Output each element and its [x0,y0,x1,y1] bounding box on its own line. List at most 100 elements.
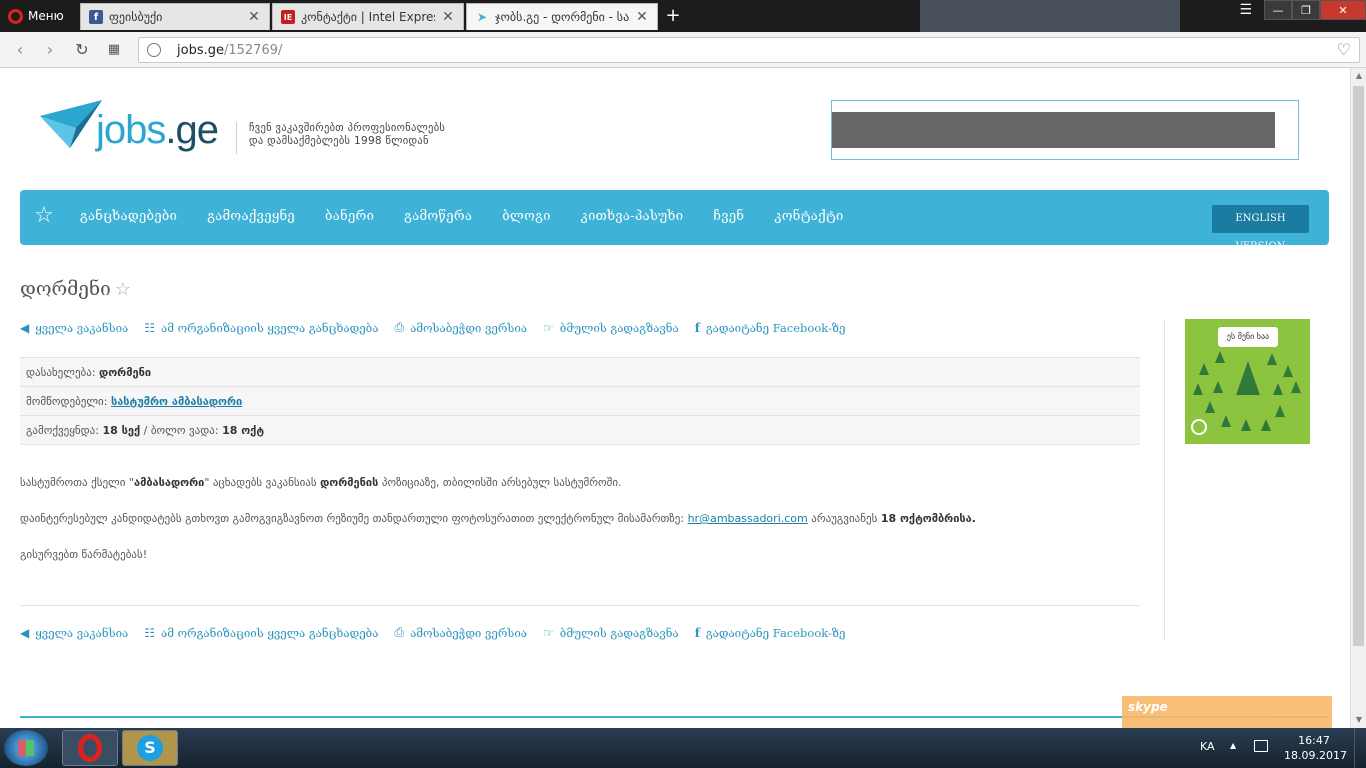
site-tagline: ჩვენ ვაკავშირებთ პროფესიონალებს და დამსა… [236,122,445,154]
printer-icon: ⎙ [394,625,405,639]
skype-label: skype [1128,700,1168,714]
detail-row-dates: გამოქვეყნდა: 18 სექ / ბოლო ვადა: 18 ოქტ [20,416,1140,445]
tree-icon [1193,383,1203,395]
opera-menu-button[interactable]: Меню [4,4,72,28]
print-version-link[interactable]: ⎙ ამოსაბეჭდი ვერსია [394,625,527,640]
globe-icon [147,43,161,57]
favorites-star-icon[interactable]: ☆ [34,203,54,228]
close-tab-icon[interactable]: ✕ [441,9,455,25]
description-paragraph-2: დაინტერესებულ კანდიდატებს გთხოვთ გამოგვი… [20,512,976,525]
minimize-button[interactable]: — [1264,0,1292,20]
taskbar-skype[interactable]: S [122,730,178,766]
share-facebook-link[interactable]: f გადაიტანე Facebook-ზე [695,625,846,640]
ad-speech-bubble: ეს შენი ხაა [1218,327,1278,347]
vacancy-description: სასტუმროთა ქსელი "ამბასადორი" აცხადებს ვ… [20,476,1130,584]
main-navigation: ☆ განცხადებები გამოაქვეყნე ბანერი გამოწე… [20,190,1329,252]
tree-icon [1291,381,1301,393]
close-tab-icon[interactable]: ✕ [247,9,261,25]
share-hand-icon: ☞ [542,320,554,335]
tree-icon [1215,351,1225,363]
content-divider [20,605,1140,606]
nav-item-subscribe[interactable]: გამოწერა [404,209,472,224]
print-version-link[interactable]: ⎙ ამოსაბეჭდი ვერსია [394,320,527,335]
windows-taskbar: S KA ▲ 16:47 18.09.2017 [0,728,1366,768]
jobs-plane-icon: ➤ [476,10,488,24]
new-tab-button[interactable]: + [662,6,684,26]
tagline-line-2: და დამსაქმებლებს 1998 წლიდან [249,135,429,147]
org-announcements-link[interactable]: ☷ ამ ორგანიზაციის ყველა განცხადება [144,320,378,335]
send-link[interactable]: ☞ ბმულის გადაგზავნა [543,625,679,640]
top-banner-ad[interactable] [831,100,1299,160]
tray-expand-icon[interactable]: ▲ [1230,741,1236,750]
date-separator: / [143,424,148,437]
system-clock[interactable]: 16:47 18.09.2017 [1284,733,1347,763]
nav-item-contact[interactable]: კონტაქტი [774,209,843,224]
side-banner-ad[interactable]: ეს შენი ხაა [1185,319,1310,444]
url-field[interactable]: jobs.ge /152769/ ♡ [138,37,1360,63]
network-icon[interactable] [1254,740,1268,752]
tab-jobs-ge[interactable]: ➤ ჯობს.გე - დორმენი - სას ✕ [466,3,658,30]
tab-facebook[interactable]: f ფეისბუქი ✕ [80,3,270,30]
tree-icon [1213,381,1223,393]
nav-item-publish[interactable]: გამოაქვეყნე [207,209,295,224]
tab-title: კონტაქტი | Intel Express [301,10,435,24]
tree-icon [1221,415,1231,427]
nav-item-announcements[interactable]: განცხადებები [80,209,177,224]
favorite-star-icon[interactable]: ☆ [115,279,131,300]
deadline-label: ბოლო ვადა: [150,424,219,437]
close-window-button[interactable]: ✕ [1320,0,1366,20]
published-value: 18 სექ [102,424,141,437]
clock-time: 16:47 [1298,734,1330,747]
sidebar-divider [1164,320,1165,640]
send-link[interactable]: ☞ ბმულის გადაგზავნა [543,320,679,335]
close-tab-icon[interactable]: ✕ [635,9,649,25]
nav-item-banner[interactable]: ბანერი [325,209,374,224]
speed-dial-button[interactable]: ▦ [104,40,124,60]
facebook-icon: f [89,10,103,24]
provider-link[interactable]: სასტუმრო ამბასადორი [111,395,242,408]
start-button[interactable] [4,730,48,766]
show-desktop-button[interactable] [1354,728,1366,768]
back-button[interactable]: ‹ [10,40,30,60]
nav-item-about[interactable]: ჩვენ [713,209,744,224]
reload-button[interactable]: ↻ [72,40,92,60]
taskbar-opera[interactable] [62,730,118,766]
published-label: გამოქვეყნდა: [26,424,99,437]
tree-icon [1236,361,1260,395]
tab-menu-icon[interactable]: ☰ [1239,2,1252,18]
skype-icon: S [137,735,163,761]
nav-item-faq[interactable]: კითხვა-პასუხი [581,209,684,224]
forward-button[interactable]: › [40,40,60,60]
tagline-line-1: ჩვენ ვაკავშირებთ პროფესიონალებს [249,122,446,134]
opera-logo-icon [8,8,23,24]
page-scrollbar[interactable]: ▲ ▼ [1350,68,1366,728]
email-link[interactable]: hr@ambassadori.com [688,512,808,525]
language-indicator[interactable]: KA [1200,740,1215,753]
vacancy-details: დასახელება: დორმენი მომწოდებელი: სასტუმრ… [20,357,1140,445]
scroll-thumb[interactable] [1353,86,1364,646]
page-title: დორმენი ☆ [20,278,131,300]
nav-item-blog[interactable]: ბლოგი [502,209,550,224]
description-paragraph-1: სასტუმროთა ქსელი "ამბასადორი" აცხადებს ვ… [20,476,622,489]
scroll-down-icon[interactable]: ▼ [1351,712,1366,728]
all-vacancies-link[interactable]: ◀ ყველა ვაკანსია [20,320,128,335]
tree-icon [1261,419,1271,431]
scroll-up-icon[interactable]: ▲ [1351,68,1366,84]
share-facebook-link[interactable]: f გადაიტანე Facebook-ზე [695,320,846,335]
bookmark-heart-icon[interactable]: ♡ [1337,40,1351,59]
jobs-ge-logo[interactable]: jobs.ge [40,98,220,162]
url-path: /152769/ [223,42,283,58]
intel-express-icon: IE [281,10,295,24]
facebook-f-icon: f [694,625,700,640]
org-announcements-link[interactable]: ☷ ამ ორგანიზაციის ყველა განცხადება [144,625,378,640]
back-arrow-icon: ◀ [20,320,30,335]
skype-chat-widget[interactable]: skype [1122,696,1332,728]
all-vacancies-link[interactable]: ◀ ყველა ვაკანსია [20,625,128,640]
detail-row-provider: მომწოდებელი: სასტუმრო ამბასადორი [20,387,1140,416]
window-controls: — ❐ ✕ [1264,0,1366,20]
english-version-button[interactable]: ENGLISH VERSION [1212,205,1309,252]
maximize-button[interactable]: ❐ [1292,0,1320,20]
logo-text: jobs.ge [96,108,219,152]
ad-logo-icon [1191,419,1207,435]
tab-intel-express[interactable]: IE კონტაქტი | Intel Express ✕ [272,3,464,30]
